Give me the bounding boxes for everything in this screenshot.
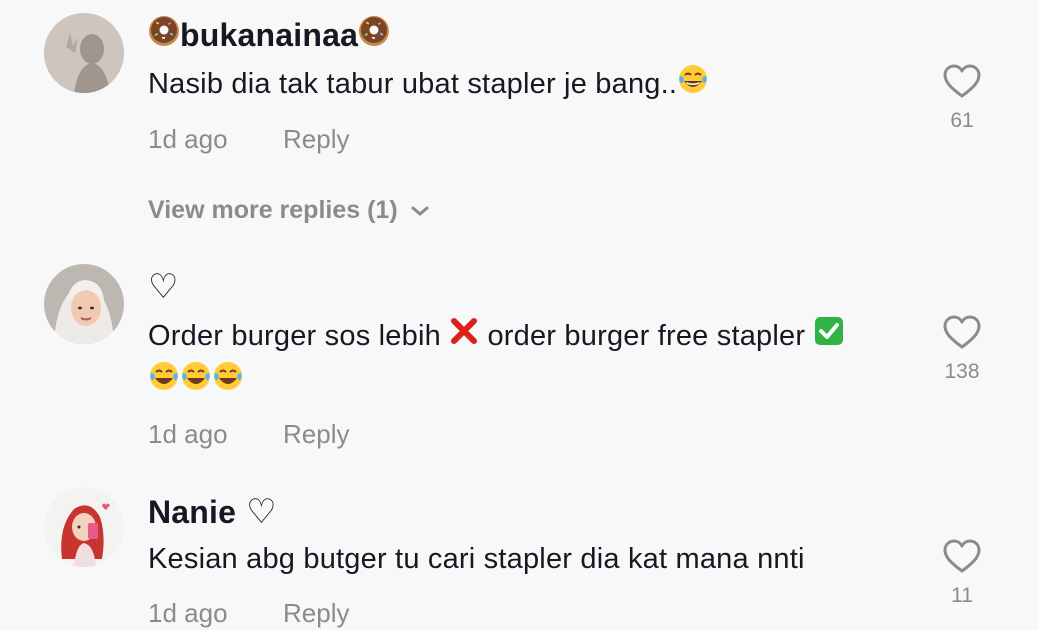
username-heart-decoration: ♡ (246, 492, 277, 532)
avatar-portrait-image (44, 264, 124, 344)
tears-of-joy-emoji (677, 63, 709, 107)
comment-item: Nanie ♡ Kesian abg butger tu cari staple… (0, 475, 1038, 630)
like-count: 138 (944, 360, 980, 383)
tears-of-joy-emoji (212, 360, 244, 404)
comment-meta: 1d ago Reply (148, 419, 349, 450)
tears-of-joy-emoji (180, 360, 212, 404)
like-count: 11 (951, 584, 973, 607)
reply-button[interactable]: Reply (283, 124, 349, 155)
reply-button[interactable]: Reply (283, 419, 349, 450)
avatar-illustration-image (44, 487, 124, 567)
chevron-down-icon (411, 206, 429, 215)
comment-meta: 1d ago Reply (148, 124, 349, 155)
cross-mark-emoji (449, 316, 479, 358)
comment-timestamp: 1d ago (148, 419, 228, 449)
donut-icon (358, 15, 390, 55)
avatar[interactable] (44, 13, 124, 93)
comment-username[interactable]: ♡ (148, 267, 178, 307)
comment-item: bukanainaa Nasib dia tak tabur ubat stap… (0, 0, 1038, 250)
username-text: bukanainaa (180, 16, 359, 53)
comment-text: Order burger sos lebih order burger free… (148, 315, 928, 404)
reply-button[interactable]: Reply (283, 598, 349, 629)
comment-item: ♡ Order burger sos lebih order burger fr… (0, 250, 1038, 475)
comment-text: Kesian abg butger tu cari stapler dia ka… (148, 543, 805, 575)
avatar[interactable] (44, 487, 124, 567)
like-button[interactable]: 138 (938, 314, 986, 384)
like-button[interactable]: 11 (938, 538, 986, 608)
comment-username[interactable]: bukanainaa (148, 15, 390, 55)
heart-outline-icon (943, 315, 981, 349)
heart-outline-icon (943, 64, 981, 98)
tears-of-joy-emoji (148, 360, 180, 404)
comment-meta: 1d ago Reply (148, 598, 349, 629)
view-more-replies-button[interactable]: View more replies (1) (148, 196, 430, 225)
username-text: Nanie (148, 493, 237, 530)
like-count: 61 (950, 109, 974, 132)
like-button[interactable]: 61 (938, 63, 986, 133)
comment-username[interactable]: Nanie ♡ (148, 492, 277, 532)
donut-icon (148, 15, 180, 55)
comment-timestamp: 1d ago (148, 124, 228, 154)
avatar-silhouette-image (44, 13, 124, 93)
heart-outline-icon (943, 539, 981, 573)
avatar[interactable] (44, 264, 124, 344)
comment-timestamp: 1d ago (148, 598, 228, 628)
check-mark-button-emoji (813, 315, 845, 359)
comment-text: Nasib dia tak tabur ubat stapler je bang… (148, 63, 928, 107)
